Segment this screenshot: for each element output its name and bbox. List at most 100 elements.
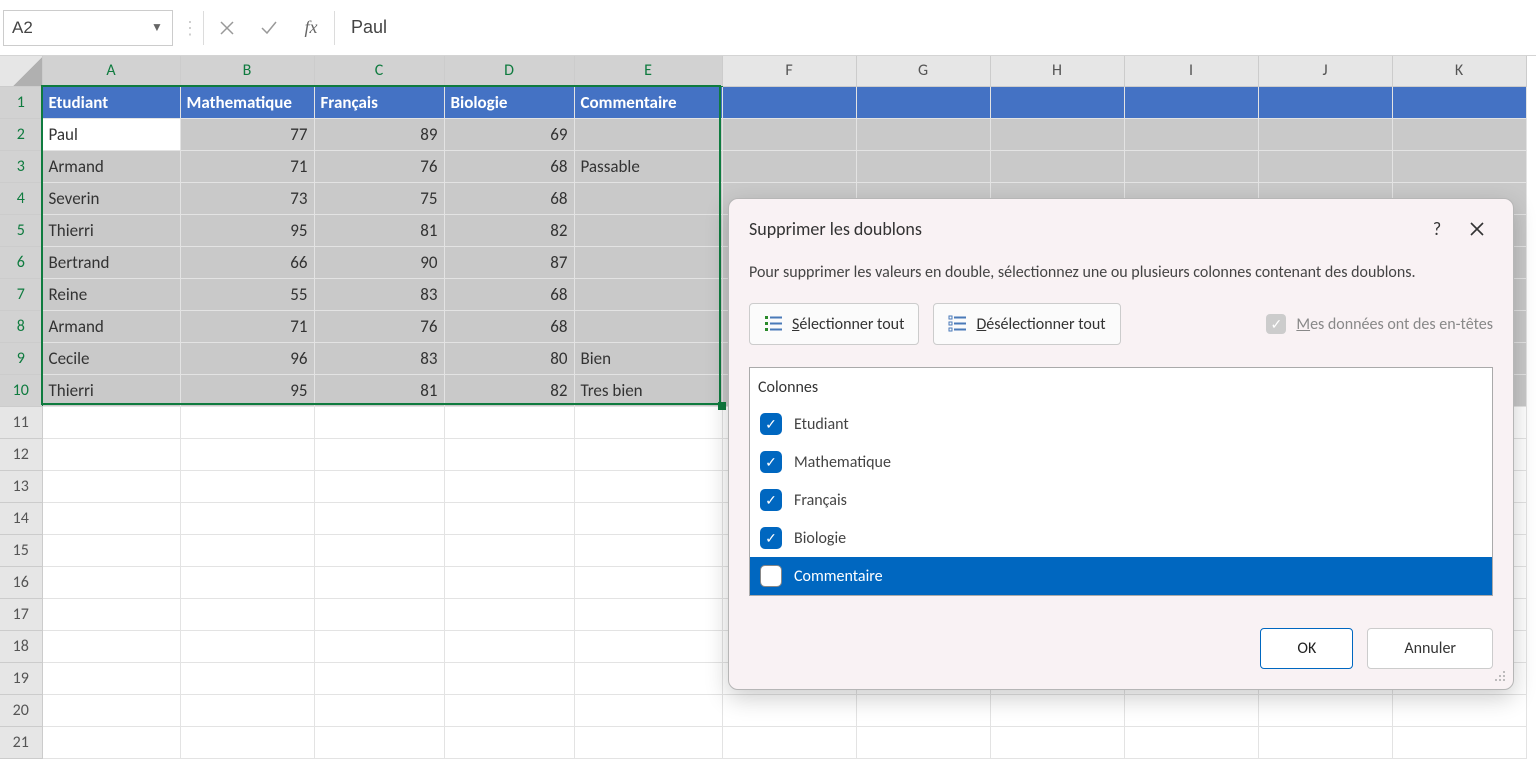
cell[interactable] xyxy=(314,534,444,566)
cell[interactable] xyxy=(314,566,444,598)
cell[interactable] xyxy=(180,534,314,566)
cell[interactable] xyxy=(722,150,856,182)
cell[interactable] xyxy=(990,150,1124,182)
cell[interactable]: 83 xyxy=(314,278,444,310)
select-all-button[interactable]: Sélectionner tout xyxy=(749,303,919,345)
cancel-button[interactable]: Annuler xyxy=(1367,628,1493,669)
help-button[interactable]: ? xyxy=(1417,213,1457,245)
checkbox-checked-icon[interactable]: ✓ xyxy=(760,413,782,435)
row-header[interactable]: 5 xyxy=(0,214,42,246)
confirm-formula-button[interactable] xyxy=(248,10,290,46)
cell[interactable] xyxy=(722,118,856,150)
cell[interactable] xyxy=(42,598,180,630)
cell[interactable] xyxy=(1124,150,1258,182)
cell[interactable]: 81 xyxy=(314,214,444,246)
cell[interactable] xyxy=(180,598,314,630)
insert-function-button[interactable]: fx xyxy=(290,10,332,46)
row-header[interactable]: 12 xyxy=(0,438,42,470)
cell[interactable] xyxy=(574,662,722,694)
cell[interactable] xyxy=(574,566,722,598)
cell[interactable] xyxy=(42,438,180,470)
cell[interactable]: 66 xyxy=(180,246,314,278)
cell[interactable] xyxy=(1392,694,1526,726)
cell[interactable] xyxy=(574,534,722,566)
cell[interactable] xyxy=(314,406,444,438)
cell[interactable]: Bertrand xyxy=(42,246,180,278)
select-all-corner[interactable] xyxy=(0,56,42,86)
column-header[interactable]: B xyxy=(180,56,314,86)
cell[interactable] xyxy=(574,438,722,470)
cell[interactable] xyxy=(42,662,180,694)
column-header[interactable]: E xyxy=(574,56,722,86)
deselect-all-button[interactable]: Désélectionner tout xyxy=(933,303,1120,345)
has-headers-checkbox[interactable]: ✓ Mes données ont des en-têtes xyxy=(1266,314,1493,334)
cell[interactable]: Cecile xyxy=(42,342,180,374)
cell[interactable] xyxy=(314,694,444,726)
cell[interactable] xyxy=(314,438,444,470)
name-box[interactable]: ▼ xyxy=(3,10,173,46)
cell[interactable] xyxy=(574,502,722,534)
cell[interactable]: Severin xyxy=(42,182,180,214)
cell[interactable] xyxy=(444,694,574,726)
cell[interactable]: 82 xyxy=(444,214,574,246)
cell[interactable] xyxy=(1392,86,1526,118)
cell[interactable]: 77 xyxy=(180,118,314,150)
checkbox-checked-icon[interactable]: ✓ xyxy=(760,489,782,511)
cell[interactable]: Bien xyxy=(574,342,722,374)
cell[interactable]: Commentaire xyxy=(574,86,722,118)
cell[interactable]: Biologie xyxy=(444,86,574,118)
cell[interactable] xyxy=(574,278,722,310)
cell[interactable]: Reine xyxy=(42,278,180,310)
cell[interactable] xyxy=(574,694,722,726)
row-header[interactable]: 10 xyxy=(0,374,42,406)
cell[interactable]: 69 xyxy=(444,118,574,150)
column-header[interactable]: G xyxy=(856,56,990,86)
row-header[interactable]: 20 xyxy=(0,694,42,726)
cell[interactable] xyxy=(42,726,180,758)
cell[interactable] xyxy=(444,470,574,502)
cell[interactable] xyxy=(574,726,722,758)
cell[interactable] xyxy=(722,86,856,118)
cell[interactable] xyxy=(42,502,180,534)
cell[interactable] xyxy=(444,726,574,758)
cell[interactable] xyxy=(1258,694,1392,726)
cell[interactable] xyxy=(1258,726,1392,758)
cell[interactable] xyxy=(1124,86,1258,118)
cell[interactable] xyxy=(856,694,990,726)
cell[interactable] xyxy=(180,406,314,438)
cell[interactable] xyxy=(314,662,444,694)
cell[interactable] xyxy=(314,598,444,630)
cell[interactable]: Thierri xyxy=(42,374,180,406)
cell[interactable]: Passable xyxy=(574,150,722,182)
cell[interactable]: 68 xyxy=(444,150,574,182)
cell[interactable]: 73 xyxy=(180,182,314,214)
cell[interactable]: Thierri xyxy=(42,214,180,246)
cell[interactable] xyxy=(574,246,722,278)
row-header[interactable]: 16 xyxy=(0,566,42,598)
cell[interactable] xyxy=(1258,86,1392,118)
column-header[interactable]: K xyxy=(1392,56,1526,86)
cell[interactable] xyxy=(444,598,574,630)
cell[interactable] xyxy=(574,406,722,438)
cell[interactable] xyxy=(574,470,722,502)
cell[interactable] xyxy=(444,406,574,438)
cell[interactable]: Mathematique xyxy=(180,86,314,118)
row-header[interactable]: 14 xyxy=(0,502,42,534)
cell[interactable] xyxy=(444,630,574,662)
cell[interactable]: Paul xyxy=(42,118,180,150)
cell[interactable] xyxy=(42,694,180,726)
cell[interactable] xyxy=(314,630,444,662)
row-header[interactable]: 13 xyxy=(0,470,42,502)
checkbox-checked-icon[interactable]: ✓ xyxy=(760,527,782,549)
cell[interactable]: 95 xyxy=(180,214,314,246)
cell[interactable] xyxy=(1392,118,1526,150)
column-header[interactable]: D xyxy=(444,56,574,86)
cell[interactable] xyxy=(180,662,314,694)
cell[interactable] xyxy=(180,630,314,662)
cell[interactable]: 96 xyxy=(180,342,314,374)
cell[interactable] xyxy=(1392,726,1526,758)
cell[interactable] xyxy=(574,214,722,246)
ok-button[interactable]: OK xyxy=(1260,628,1353,669)
cell[interactable]: 76 xyxy=(314,310,444,342)
cell[interactable]: Tres bien xyxy=(574,374,722,406)
